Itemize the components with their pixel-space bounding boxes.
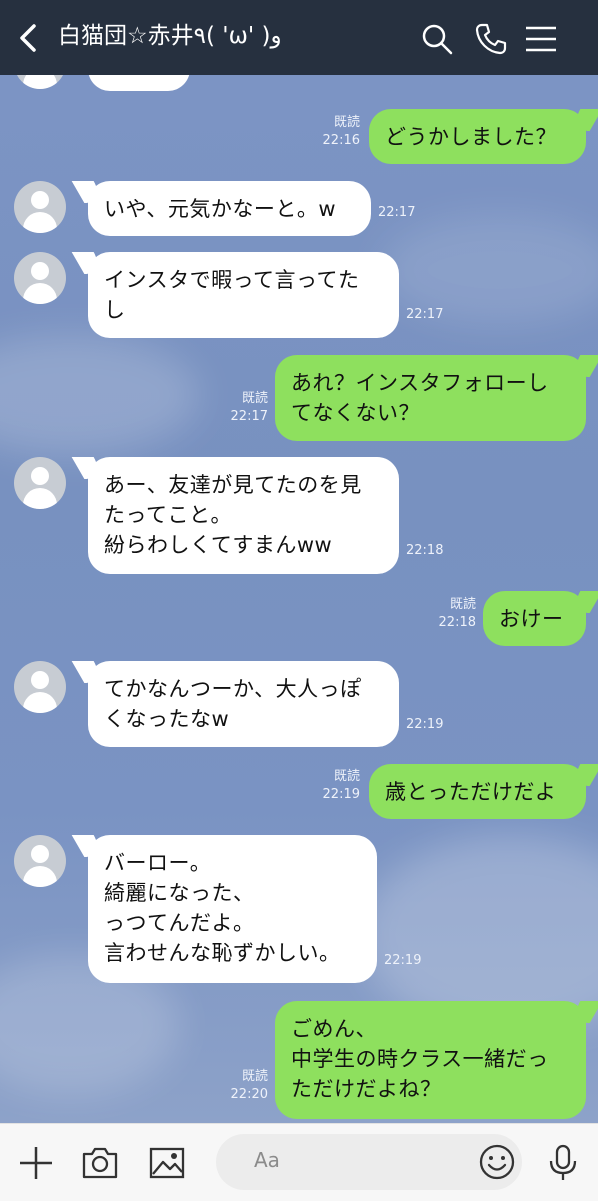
message-time: 22:20 — [230, 1087, 268, 1102]
plus-icon[interactable] — [17, 1144, 55, 1182]
message-bubble-outgoing[interactable]: 歳とっただけだよ — [369, 764, 586, 819]
phone-icon[interactable] — [474, 22, 508, 56]
chat-area[interactable]: 既読 22:16 どうかしました？ いや、元気かなーと。w 22:17 インスタ… — [0, 75, 598, 1123]
message-text: どうかしました？ — [385, 125, 557, 149]
camera-icon[interactable] — [81, 1144, 119, 1182]
message-time: 22:19 — [384, 953, 422, 968]
message-text: 歳とっただけだよ — [385, 780, 557, 804]
avatar[interactable] — [14, 457, 66, 509]
message-time: 22:19 — [322, 787, 360, 802]
message-bubble-outgoing[interactable]: どうかしました？ — [369, 109, 586, 164]
message-time: 22:18 — [438, 615, 476, 630]
message-meta: 既読 22:16 — [310, 114, 360, 150]
message-text: し — [104, 298, 126, 322]
message-bubble-incoming[interactable]: いや、元気かなーと。w — [88, 181, 371, 236]
avatar[interactable] — [14, 75, 66, 89]
message-text: 中学生の時クラス一緒だっ — [291, 1047, 549, 1071]
avatar[interactable] — [14, 661, 66, 713]
message-time: 22:17 — [230, 409, 268, 424]
message-bubble-outgoing[interactable]: ごめん、 中学生の時クラス一緒だっ ただけだよね？ — [275, 1001, 586, 1119]
chevron-left-icon[interactable] — [12, 22, 44, 54]
message-time: 22:19 — [406, 717, 444, 732]
message-text: くなったなw — [104, 707, 230, 731]
read-receipt: 既読 — [241, 391, 268, 406]
message-time: 22:17 — [406, 307, 444, 322]
message-text: 言わせんな恥ずかしい。 — [104, 941, 341, 965]
message-bubble-outgoing[interactable]: おけー — [483, 591, 586, 646]
message-bubble-incoming[interactable] — [88, 75, 190, 91]
chat-header: 白猫団☆赤井٩( 'ω' )و — [0, 0, 598, 75]
message-text: っつてんだよ。 — [104, 911, 255, 935]
chat-title: 白猫団☆赤井٩( 'ω' )و — [58, 23, 282, 49]
avatar[interactable] — [14, 181, 66, 233]
message-bubble-incoming[interactable]: インスタで暇って言ってた し — [88, 252, 399, 338]
message-meta: 既読 22:18 — [426, 596, 476, 632]
message-bubble-incoming[interactable]: バーロー。 綺麗になった、 っつてんだよ。 言わせんな恥ずかしい。 — [88, 835, 377, 983]
search-icon[interactable] — [420, 22, 454, 56]
message-bubble-outgoing[interactable]: あれ？インスタフォローし てなくない？ — [275, 355, 586, 441]
message-text: 綺麗になった、 — [104, 881, 255, 905]
message-bubble-incoming[interactable]: てかなんつーか、大人っぽ くなったなw — [88, 661, 399, 747]
message-text: あれ？インスタフォローし — [291, 371, 549, 395]
message-meta: 既読 22:19 — [310, 768, 360, 804]
input-bar: Aa — [0, 1123, 598, 1201]
message-text: インスタで暇って言ってた — [104, 268, 360, 292]
read-receipt: 既読 — [333, 769, 360, 784]
avatar[interactable] — [14, 252, 66, 304]
message-text: おけー — [499, 607, 564, 631]
message-text: ただけだよね？ — [291, 1077, 442, 1101]
emoji-icon[interactable] — [478, 1143, 516, 1181]
message-text: てなくない？ — [291, 401, 420, 425]
message-bubble-incoming[interactable]: あー、友達が見てたのを見 たってこと。 紛らわしくてすまんww — [88, 457, 399, 574]
message-text: たってこと。 — [104, 503, 232, 527]
message-text: 紛らわしくてすまんww — [104, 533, 333, 557]
microphone-icon[interactable] — [544, 1144, 582, 1182]
message-time: 22:18 — [406, 543, 444, 558]
message-time: 22:17 — [378, 205, 416, 220]
message-text: ごめん、 — [291, 1017, 377, 1041]
message-text: あー、友達が見てたのを見 — [104, 473, 362, 497]
message-text: バーロー。 — [104, 851, 212, 875]
read-receipt: 既読 — [241, 1069, 268, 1084]
message-input-placeholder: Aa — [254, 1148, 280, 1172]
menu-icon[interactable] — [524, 22, 558, 56]
image-icon[interactable] — [148, 1144, 186, 1182]
avatar[interactable] — [14, 835, 66, 887]
read-receipt: 既読 — [449, 597, 476, 612]
read-receipt: 既読 — [333, 115, 360, 130]
message-input[interactable]: Aa — [216, 1134, 522, 1190]
message-text: てかなんつーか、大人っぽ — [104, 677, 362, 701]
message-meta: 既読 22:17 — [218, 390, 268, 426]
message-meta: 既読 22:20 — [218, 1068, 268, 1104]
message-text: いや、元気かなーと。w — [104, 197, 337, 221]
message-time: 22:16 — [322, 133, 360, 148]
